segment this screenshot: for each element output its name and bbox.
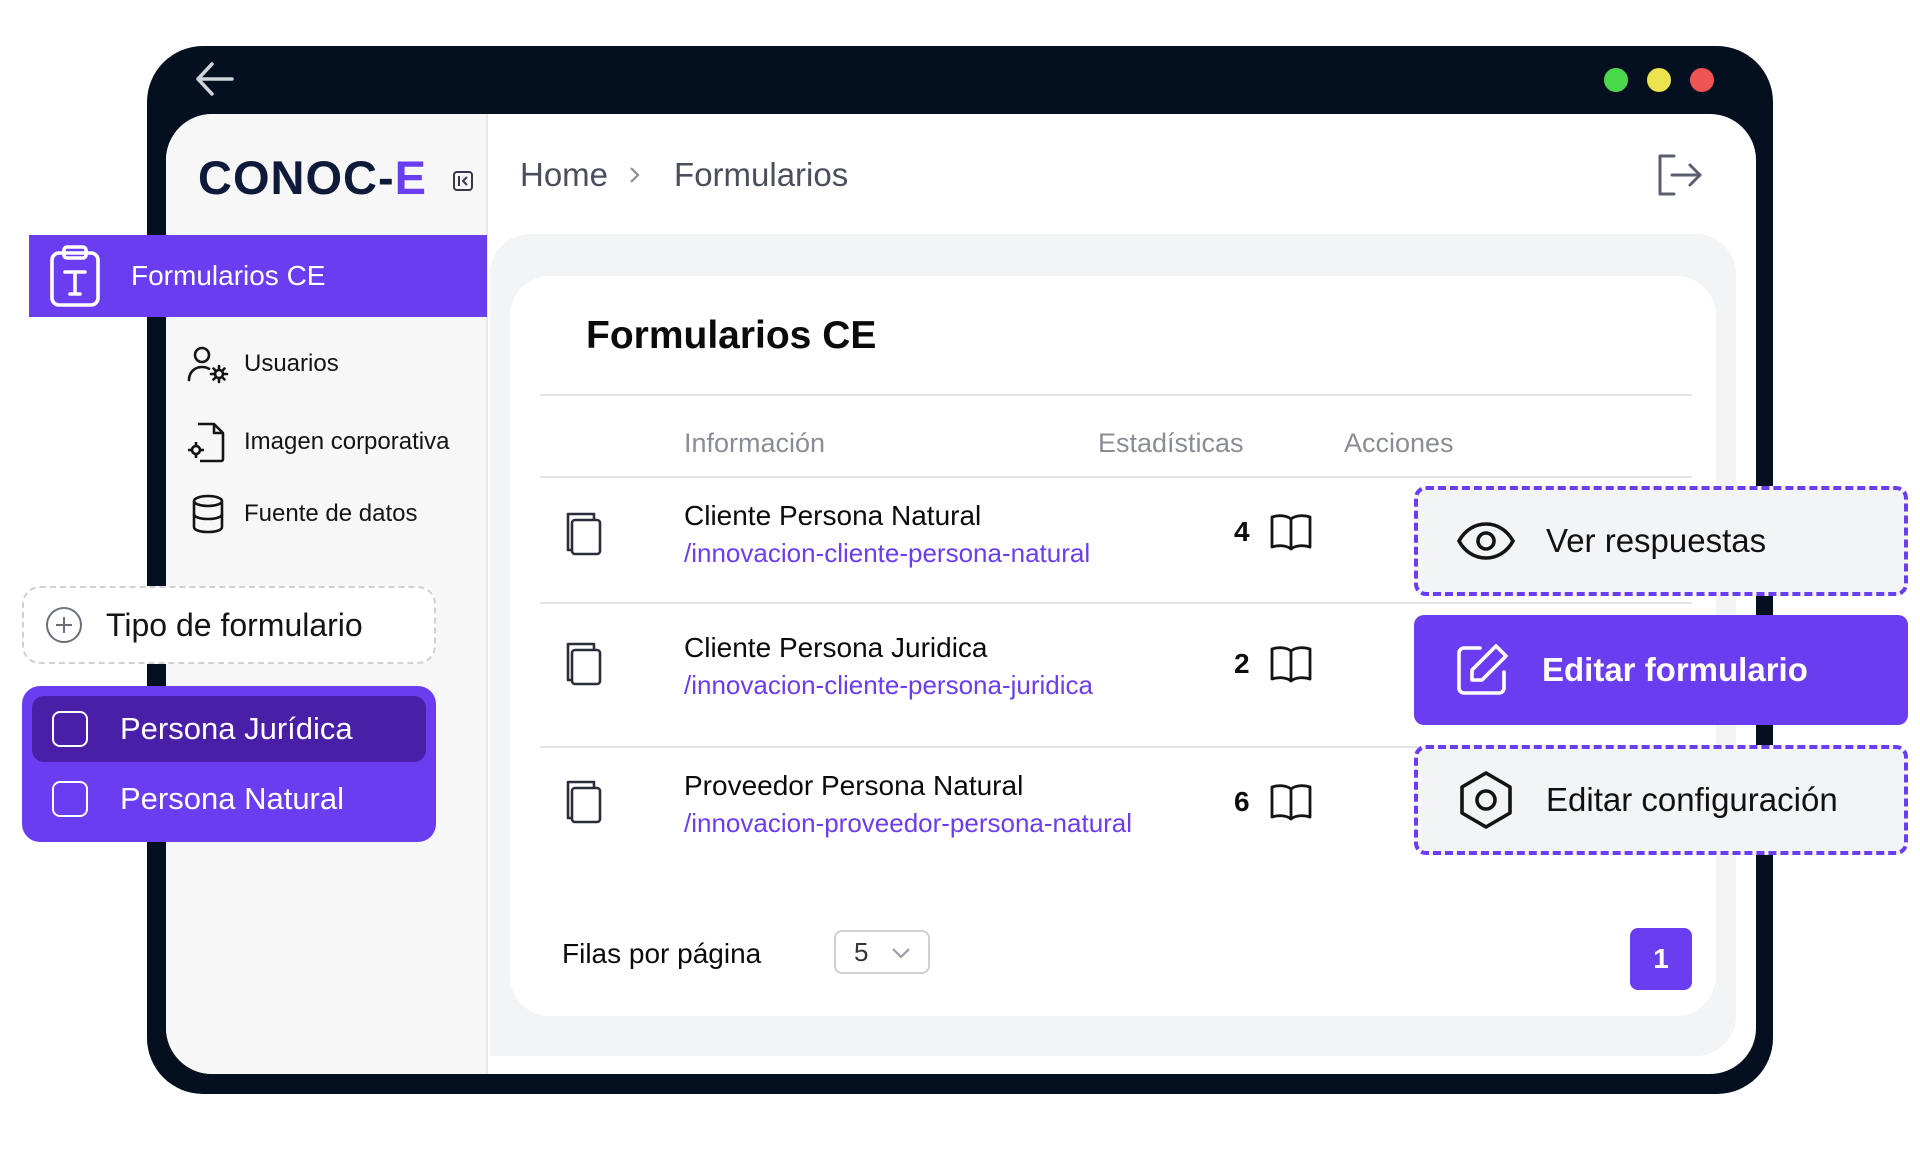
row-count: 6	[1234, 786, 1250, 817]
form-type-option-persona-juridica[interactable]: Persona Jurídica	[32, 696, 426, 762]
eye-icon	[1456, 522, 1516, 560]
edit-icon	[1457, 644, 1508, 695]
collapse-sidebar-icon[interactable]	[452, 170, 474, 192]
breadcrumb-home[interactable]: Home	[520, 156, 608, 194]
view-responses-label: Ver respuestas	[1546, 522, 1767, 559]
sidebar-item-imagen-corporativa[interactable]: Imagen corporativa	[186, 420, 449, 464]
hexagon-settings-icon	[1460, 771, 1512, 829]
edit-configuration-label: Editar configuración	[1546, 781, 1838, 818]
row-count: 4	[1234, 516, 1250, 547]
page-title: Formularios CE	[586, 314, 877, 357]
sidebar-item-label: Usuarios	[244, 350, 339, 377]
chevron-down-icon	[892, 948, 910, 959]
sidebar-item-label: Formularios CE	[131, 260, 326, 291]
book-icon[interactable]	[1268, 642, 1314, 686]
back-arrow-icon[interactable]	[192, 56, 238, 102]
copy-icon[interactable]	[562, 778, 606, 828]
book-icon[interactable]	[1268, 510, 1314, 554]
view-responses-button[interactable]: Ver respuestas	[1414, 486, 1908, 596]
checkbox[interactable]	[52, 781, 88, 817]
edit-form-label: Editar formulario	[1542, 651, 1808, 688]
header-divider	[540, 476, 1692, 478]
book-icon[interactable]	[1268, 780, 1314, 824]
edit-configuration-button[interactable]: Editar configuración	[1414, 745, 1908, 855]
logout-icon[interactable]	[1654, 150, 1704, 200]
window-minimize-dot[interactable]	[1647, 68, 1671, 92]
window-maximize-dot[interactable]	[1604, 68, 1628, 92]
breadcrumb-current: Formularios	[674, 156, 849, 193]
column-header-informacion: Información	[684, 428, 826, 458]
row-link[interactable]: /innovacion-proveedor-persona-natural	[684, 808, 1132, 839]
database-icon	[192, 494, 224, 534]
row-link[interactable]: /innovacion-cliente-persona-natural	[684, 538, 1090, 569]
row-divider	[540, 602, 1692, 604]
copy-icon[interactable]	[562, 510, 606, 560]
sidebar-item-fuente-de-datos[interactable]: Fuente de datos	[186, 492, 417, 536]
title-divider	[540, 394, 1692, 396]
clipboard-text-icon	[50, 245, 100, 307]
option-label: Persona Jurídica	[120, 711, 353, 746]
form-type-button[interactable]: Tipo de formulario	[22, 586, 436, 664]
user-gear-icon	[187, 346, 229, 384]
option-label: Persona Natural	[120, 781, 345, 816]
sidebar-item-label: Fuente de datos	[244, 500, 418, 527]
form-type-options: Persona Jurídica Persona Natural	[22, 686, 436, 842]
window-close-dot[interactable]	[1690, 68, 1714, 92]
chevron-right-icon	[630, 167, 640, 183]
checkbox[interactable]	[52, 711, 88, 747]
app-logo: CONOC-E	[198, 151, 427, 204]
row-link[interactable]: /innovacion-cliente-persona-juridica	[684, 670, 1093, 701]
edit-form-button[interactable]: Editar formulario	[1414, 615, 1908, 725]
column-header-acciones: Acciones	[1344, 428, 1454, 458]
form-type-label: Tipo de formulario	[106, 606, 363, 643]
file-gear-icon	[188, 422, 225, 463]
sidebar-item-formularios-ce[interactable]: Formularios CE	[29, 235, 487, 317]
copy-icon[interactable]	[562, 640, 606, 690]
plus-circle-icon	[46, 607, 82, 643]
breadcrumb: Home Formularios	[520, 156, 848, 194]
column-header-estadisticas: Estadísticas	[1098, 428, 1244, 458]
row-count: 2	[1234, 648, 1250, 679]
page-button[interactable]: 1	[1630, 928, 1692, 990]
row-name: Cliente Persona Natural	[684, 500, 982, 531]
sidebar-item-label: Imagen corporativa	[244, 428, 450, 455]
rows-per-page-select[interactable]: 5	[834, 930, 930, 974]
rows-per-page-label: Filas por página	[562, 938, 762, 969]
row-name: Cliente Persona Juridica	[684, 632, 988, 663]
row-name: Proveedor Persona Natural	[684, 770, 1024, 801]
form-type-option-persona-natural[interactable]: Persona Natural	[32, 766, 426, 832]
rows-per-page-value: 5	[854, 936, 869, 967]
sidebar-item-usuarios[interactable]: Usuarios	[186, 342, 339, 386]
